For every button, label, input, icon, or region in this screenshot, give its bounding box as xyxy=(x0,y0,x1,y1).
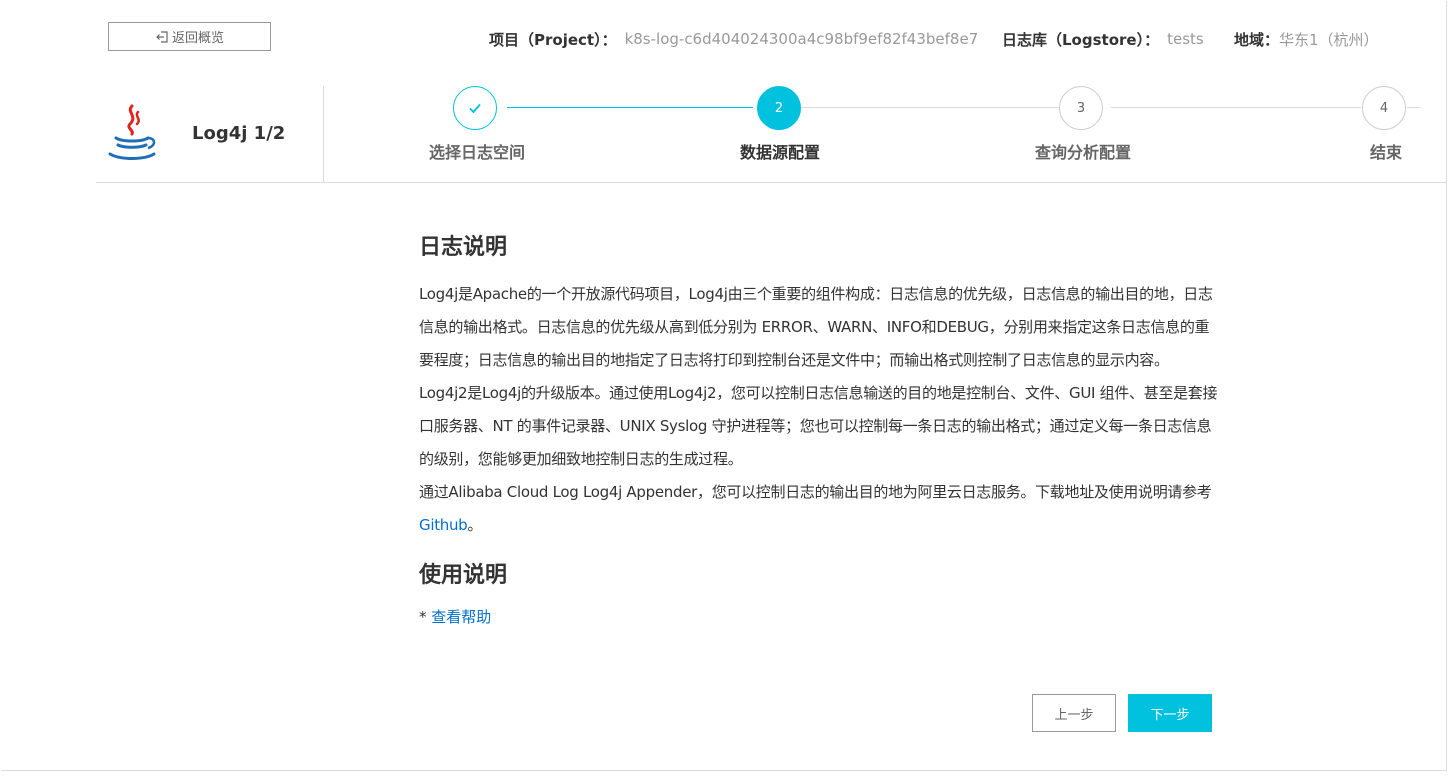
step-connector-3 xyxy=(1111,107,1361,108)
log-description-para-2: Log4j2是Log4j的升级版本。通过使用Log4j2，您可以控制日志信息输送… xyxy=(419,384,1218,468)
logstore-value: tests xyxy=(1167,30,1204,48)
help-bullet: * xyxy=(419,608,432,626)
step-1-circle xyxy=(453,86,497,130)
back-to-overview-button[interactable]: 返回概览 xyxy=(108,22,271,51)
project-label: 项目（Project）： xyxy=(489,30,617,49)
step-connector-2 xyxy=(801,107,1059,108)
region-value: 华东1（杭州） xyxy=(1279,30,1379,49)
log-description-title: 日志说明 xyxy=(419,235,508,260)
para-3-text: 通过Alibaba Cloud Log Log4j Appender，您可以控制… xyxy=(419,483,1212,501)
step-4-label: 结束 xyxy=(1369,143,1403,162)
next-step-button[interactable]: 下一步 xyxy=(1128,694,1212,732)
back-to-overview-label: 返回概览 xyxy=(171,31,224,46)
step-1-label: 选择日志空间 xyxy=(428,143,526,162)
step-3-circle: 3 xyxy=(1059,86,1103,130)
project-value: k8s-log-c6d404024300a4c98bf9ef82f43bef8e… xyxy=(624,30,979,48)
app-logo-box: Log4j 1/2 xyxy=(96,86,324,182)
description-panel: 日志说明 Log4j是Apache的一个开放源代码项目，Log4j由三个重要的组… xyxy=(419,232,1219,627)
check-icon xyxy=(469,103,481,114)
wizard-header: Log4j 1/2 选择日志空间 2 数据源配置 3 查询分析配置 4 结束 xyxy=(96,86,1447,183)
step-4-circle: 4 xyxy=(1362,86,1406,130)
app-title: Log4j 1/2 xyxy=(192,123,286,144)
para-3-suffix: 。 xyxy=(467,516,483,534)
usage-title: 使用说明 xyxy=(419,563,508,588)
region-label: 地域： xyxy=(1234,30,1280,49)
region-info: 地域： 华东1（杭州） xyxy=(1234,28,1379,50)
step-connector-1 xyxy=(507,107,753,108)
view-help-link[interactable]: 查看帮助 xyxy=(431,608,491,626)
java-icon xyxy=(108,104,156,160)
github-link[interactable]: Github xyxy=(419,516,468,534)
step-connector-tail xyxy=(1407,107,1421,108)
help-line: * 查看帮助 xyxy=(419,606,1219,627)
exit-icon xyxy=(156,30,168,43)
step-2-circle: 2 xyxy=(757,86,801,130)
logstore-label: 日志库（Logstore）： xyxy=(1002,30,1160,49)
project-info: 项目（Project）： k8s-log-c6d404024300a4c98bf… xyxy=(489,28,978,50)
step-3-label: 查询分析配置 xyxy=(1034,143,1132,162)
log-description-para-3: 通过Alibaba Cloud Log Log4j Appender，您可以控制… xyxy=(419,476,1219,542)
step-2-label: 数据源配置 xyxy=(739,143,821,162)
log-description-para-1: Log4j是Apache的一个开放源代码项目，Log4j由三个重要的组件构成：日… xyxy=(419,285,1213,369)
prev-step-button[interactable]: 上一步 xyxy=(1032,694,1116,732)
logstore-info: 日志库（Logstore）： tests xyxy=(1002,28,1204,50)
